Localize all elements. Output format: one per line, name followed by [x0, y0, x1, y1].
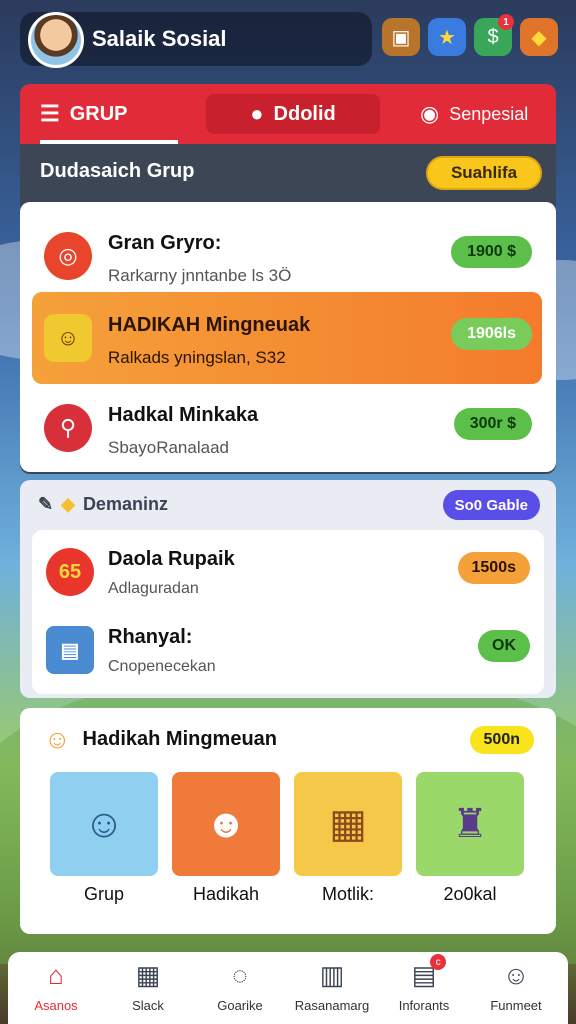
list-item[interactable]: ⚲ Hadkal Minkaka SbayoRanalaad 300r $: [32, 382, 542, 474]
gift-tiles: ☺ Grup ☻ Hadikah ▦ Motlik: ♜ 2o0kal: [50, 772, 530, 922]
document-icon: ▥: [319, 960, 345, 990]
search-user-icon: ⚲: [44, 404, 92, 452]
person-coins-icon: ☺: [50, 772, 158, 876]
tag-icon: ◆: [61, 494, 75, 514]
gift-section: ☺ Hadikah Mingmeuan 500n ☺ Grup ☻ Hadika…: [20, 708, 556, 934]
tile-motlik[interactable]: ▦ Motlik:: [294, 772, 402, 905]
nav-item-goarike[interactable]: ◌ Goarike: [194, 960, 286, 1013]
target-icon: ◎: [44, 232, 92, 280]
money-icon[interactable]: $1: [474, 14, 514, 56]
board-icon: ▦: [135, 960, 161, 990]
person-gift-icon: ☻: [172, 772, 280, 876]
nav-label: Asanos: [34, 998, 78, 1013]
news-icon: ▤ c: [412, 954, 447, 992]
section-title: Hadikah Mingmeuan: [82, 728, 278, 750]
price-badge: 300r $: [453, 408, 532, 440]
list-item[interactable]: ◎ Gran Gryro: Rarkarny jnntanbe ls 3Ö 19…: [32, 210, 542, 302]
special-icon: ◉: [420, 101, 440, 126]
section-title: Demaninz: [82, 494, 168, 514]
coin-icon: 65: [46, 548, 94, 596]
item-subtitle: Rarkarny jnntanbe ls 3Ö: [108, 266, 292, 285]
trophy-stack-icon: ♜: [416, 772, 524, 876]
gift-icon[interactable]: ◆: [520, 18, 558, 56]
nav-label: Slack: [132, 998, 164, 1013]
edit-icon: ✎: [38, 494, 54, 514]
list-item[interactable]: 65 Daola Rupaik Adlaguradan 1500s: [32, 532, 544, 610]
price-badge: 1500s: [457, 552, 530, 584]
tile-label: Hadikah: [192, 884, 260, 904]
tile-2o0kal[interactable]: ♜ 2o0kal: [416, 772, 524, 905]
group-list: ◎ Gran Gryro: Rarkarny jnntanbe ls 3Ö 19…: [20, 202, 556, 472]
nav-item-slack[interactable]: ▦ Slack: [102, 960, 194, 1013]
demand-tag[interactable]: So0 Gable: [442, 490, 540, 520]
tile-grup[interactable]: ☺ Grup: [50, 772, 158, 905]
item-subtitle: Cnopenecekan: [108, 658, 216, 675]
tab-label: Ddolid: [273, 102, 336, 125]
status-badge: OK: [478, 630, 530, 662]
group-section: Dudasaich Grup Suahlifa ◎ Gran Gryro: Ra…: [20, 144, 556, 474]
profile-name: Salaik Sosial: [92, 26, 227, 51]
tab-ddolid[interactable]: ● Ddolid: [206, 94, 380, 134]
price-badge: 1906ls: [451, 318, 532, 350]
item-title: Rhanyal:: [108, 626, 193, 648]
item-title: Daola Rupaik: [108, 548, 235, 570]
trophy-icon[interactable]: ★: [428, 18, 466, 56]
tile-label: Grup: [83, 884, 125, 904]
list-item[interactable]: ▤ Rhanyal: Cnopenecekan OK: [32, 610, 544, 688]
tab-senpesial[interactable]: ◉ Senpesial: [420, 84, 550, 144]
abacus-icon: ▤: [46, 626, 94, 674]
gift-header: ☺ Hadikah Mingmeuan: [44, 724, 277, 755]
item-subtitle: Adlaguradan: [108, 580, 199, 597]
tile-label: 2o0kal: [443, 884, 497, 904]
item-subtitle: Ralkads yningslan, S32: [108, 348, 286, 367]
item-subtitle: SbayoRanalaad: [108, 438, 229, 457]
profile-icon: ☺: [502, 960, 530, 990]
nav-label: Goarike: [217, 998, 263, 1013]
nav-item-asanos[interactable]: ⌂ Asanos: [10, 960, 102, 1013]
list-item-highlighted[interactable]: ☺ HADIKAH Mingneuak Ralkads yningslan, S…: [32, 292, 542, 384]
tab-label: GRUP: [69, 102, 128, 125]
mascot-icon: ☺: [44, 724, 71, 754]
demand-section: ✎ ◆ Demaninz So0 Gable 65 Daola Rupaik A…: [20, 480, 556, 698]
demand-header: ✎ ◆ Demaninz: [38, 494, 168, 515]
header-tabs: ☰ GRUP ● Ddolid ◉ Senpesial: [20, 84, 556, 144]
nav-label: Rasanamarg: [294, 998, 370, 1013]
tab-grup[interactable]: ☰ GRUP: [40, 84, 180, 144]
chat-icon: ●: [250, 101, 264, 126]
bottom-nav: ⌂ Asanos ▦ Slack ◌ Goarike ▥ Rasanamarg …: [8, 952, 568, 1024]
home-icon: ⌂: [48, 960, 64, 990]
menu-icon: ☰: [40, 101, 60, 126]
nav-item-rasanamarg[interactable]: ▥ Rasanamarg: [286, 960, 378, 1013]
top-icons: ▣ ★ $1 ◆: [382, 14, 558, 56]
item-title: HADIKAH Mingneuak: [108, 314, 311, 336]
avatar[interactable]: [28, 12, 84, 68]
tab-label: Senpesial: [449, 103, 529, 124]
mascot-icon: ☺: [44, 314, 92, 362]
nav-item-inforants[interactable]: ▤ c Inforants: [378, 954, 470, 1013]
chat-bubble-icon: ◌: [232, 960, 248, 990]
price-badge: 1900 $: [451, 236, 532, 268]
chest-icon[interactable]: ▣: [382, 18, 420, 56]
demand-list: 65 Daola Rupaik Adlaguradan 1500s ▤ Rhan…: [32, 530, 544, 694]
tile-hadikah[interactable]: ☻ Hadikah: [172, 772, 280, 905]
nav-label: Funmeet: [490, 998, 542, 1013]
nav-label: Inforants: [398, 998, 450, 1013]
notification-badge: 1: [498, 14, 514, 30]
section-title: Dudasaich Grup: [40, 160, 195, 182]
notification-badge: c: [430, 954, 447, 970]
section-action-button[interactable]: Suahlifa: [426, 156, 542, 190]
top-bar: Salaik Sosial ▣ ★ $1 ◆: [12, 10, 564, 70]
nav-item-funmeet[interactable]: ☺ Funmeet: [470, 960, 562, 1013]
tile-label: Motlik:: [321, 884, 374, 904]
treasure-chest-icon: ▦: [294, 772, 402, 876]
profile-card[interactable]: Salaik Sosial: [20, 12, 372, 68]
item-title: Hadkal Minkaka: [108, 404, 259, 426]
item-title: Gran Gryro:: [108, 232, 222, 254]
gift-badge: 500n: [469, 726, 534, 754]
